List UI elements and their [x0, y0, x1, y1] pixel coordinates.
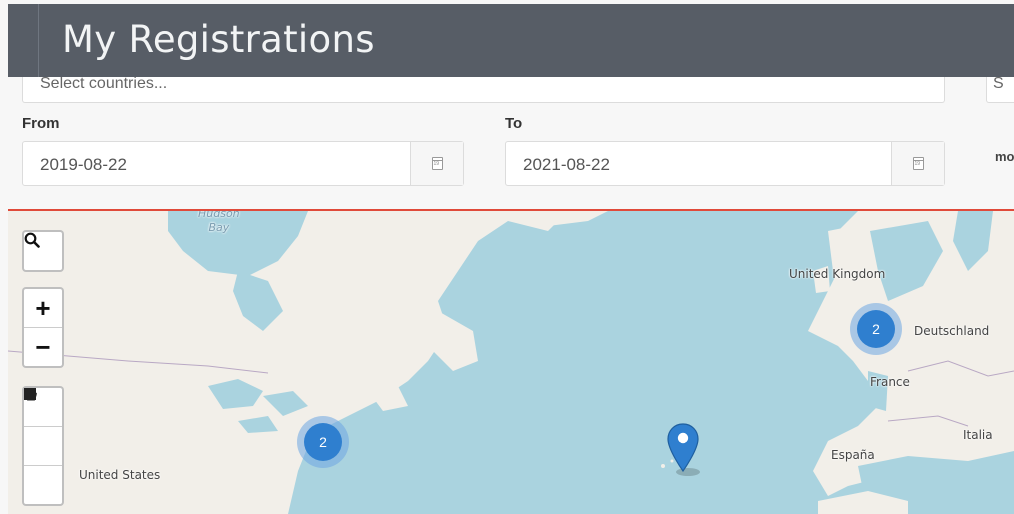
filter-panel: Select countries... S From 2019-08-22 To… — [0, 73, 1014, 211]
map-label-hudson-bay: Hudson Bay — [198, 209, 240, 234]
map-search-control — [22, 230, 64, 272]
map-cluster-marker[interactable]: 2 — [850, 303, 902, 355]
map-view[interactable]: Hudson Bay United Kingdom Deutschland Fr… — [8, 209, 1014, 514]
map-search-button[interactable] — [24, 232, 62, 270]
zoom-out-button[interactable]: − — [24, 327, 62, 366]
calendar-icon — [912, 157, 924, 170]
map-label-deutschland: Deutschland — [914, 324, 990, 338]
map-label-france: France — [870, 375, 910, 389]
draw-rectangle-button[interactable] — [24, 388, 62, 465]
to-date-field[interactable]: 2021-08-22 — [505, 141, 945, 186]
to-calendar-button[interactable] — [891, 142, 944, 185]
map-label-united-kingdom: United Kingdom — [789, 267, 886, 281]
countries-placeholder: Select countries... — [40, 75, 168, 92]
map-draw-control — [22, 386, 64, 506]
from-calendar-button[interactable] — [410, 142, 463, 185]
header-bar: My Registrations — [8, 4, 1014, 77]
map-label-espana: España — [831, 448, 875, 462]
header-divider — [38, 4, 39, 77]
from-label: From — [22, 115, 60, 132]
more-link[interactable]: mo — [995, 149, 1014, 164]
secondary-select[interactable]: S — [986, 73, 1014, 103]
to-label: To — [505, 115, 523, 132]
cluster-count: 2 — [304, 423, 342, 461]
map-label-united-states: United States — [79, 468, 161, 482]
map-label-italia: Italia — [963, 428, 993, 442]
countries-select[interactable]: Select countries... — [22, 73, 945, 103]
draw-circle-button[interactable] — [24, 388, 62, 504]
to-date-value: 2021-08-22 — [523, 155, 610, 174]
cluster-count: 2 — [857, 310, 895, 348]
from-date-field[interactable]: 2019-08-22 — [22, 141, 464, 186]
from-date-value: 2019-08-22 — [40, 155, 127, 174]
search-icon — [24, 232, 40, 248]
circle-icon — [24, 388, 37, 401]
page-title: My Registrations — [62, 18, 375, 61]
map-zoom-control: + − — [22, 287, 64, 368]
calendar-icon — [431, 157, 443, 170]
secondary-select-placeholder: S — [993, 75, 1004, 92]
zoom-in-button[interactable]: + — [24, 289, 62, 327]
map-cluster-marker[interactable]: 2 — [297, 416, 349, 468]
map-pin-marker[interactable] — [666, 422, 700, 478]
